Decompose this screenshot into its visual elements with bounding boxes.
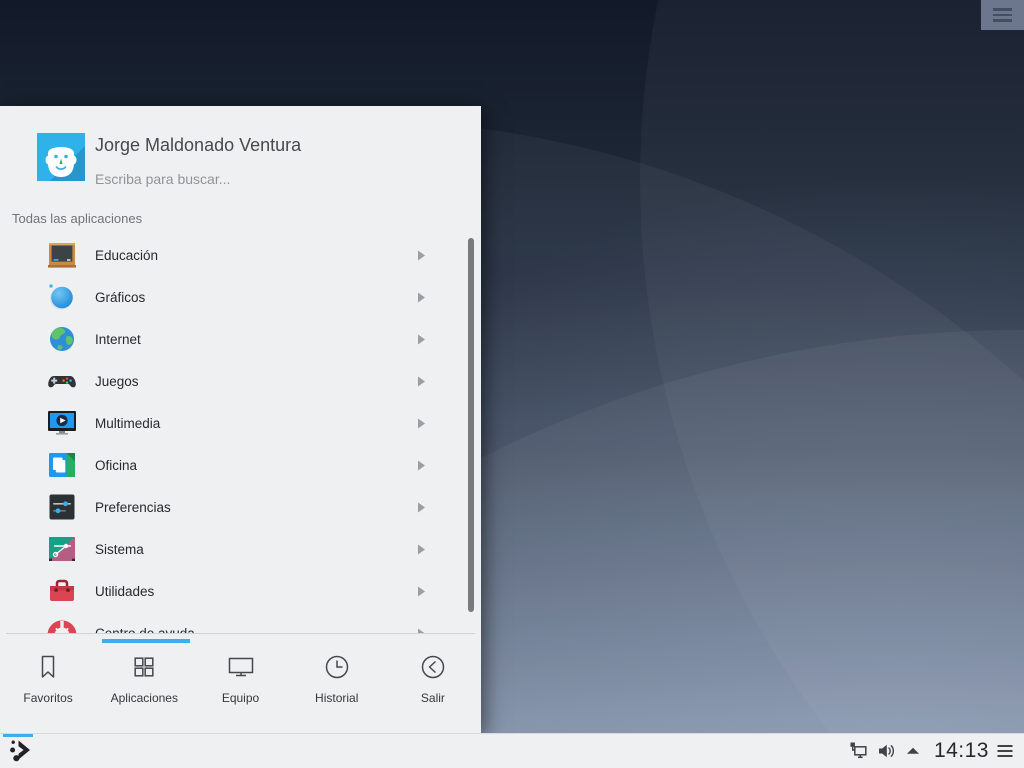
app-category-label: Centro de ayuda (95, 625, 195, 634)
hamburger-icon (993, 13, 1012, 17)
network-icon[interactable] (848, 740, 870, 762)
tab-equipo[interactable]: Equipo (192, 637, 288, 733)
history-icon (321, 651, 353, 683)
tab-label: Equipo (221, 691, 260, 705)
user-name: Jorge Maldonado Ventura (95, 135, 302, 155)
tab-label: Aplicaciones (110, 691, 178, 705)
tab-favoritos[interactable]: Favoritos (0, 637, 96, 733)
app-category-label: Multimedia (95, 415, 161, 431)
graphics-icon (46, 281, 78, 313)
education-icon (46, 239, 78, 271)
hamburger-icon (993, 8, 1012, 11)
system-tray: 14:13 (843, 739, 1024, 763)
app-category-item[interactable]: Multimedia (0, 402, 460, 444)
app-category-item[interactable]: Juegos (0, 360, 460, 402)
tab-label: Salir (420, 691, 445, 705)
submenu-arrow-icon (417, 292, 426, 303)
app-category-label: Juegos (95, 373, 139, 389)
tab-label: Favoritos (23, 691, 73, 705)
app-category-item[interactable]: Preferencias (0, 486, 460, 528)
utilities-icon (46, 575, 78, 607)
search-input[interactable]: Escriba para buscar... (95, 171, 230, 187)
tab-aplicaciones[interactable]: Aplicaciones (96, 637, 192, 733)
application-category-list: Educación Gráficos Internet Juegos Multimedi… (0, 234, 460, 633)
app-category-item[interactable]: Internet (0, 318, 460, 360)
submenu-arrow-icon (417, 418, 426, 429)
app-category-item[interactable]: Oficina (0, 444, 460, 486)
leave-icon (417, 651, 449, 683)
system-icon (46, 533, 78, 565)
digital-clock[interactable]: 14:13 (934, 739, 989, 763)
app-category-label: Sistema (95, 541, 144, 557)
app-category-item[interactable]: Centro de ayuda (0, 612, 460, 633)
app-category-item[interactable]: Educación (0, 234, 460, 276)
app-launcher-icon (7, 735, 33, 768)
preferences-icon (46, 491, 78, 523)
submenu-arrow-icon (417, 544, 426, 555)
submenu-arrow-icon (417, 376, 426, 387)
app-launcher-button[interactable] (0, 733, 40, 768)
submenu-arrow-icon (417, 460, 426, 471)
games-icon (46, 365, 78, 397)
app-category-label: Preferencias (95, 499, 171, 515)
scrollbar[interactable] (468, 238, 474, 612)
submenu-arrow-icon (417, 250, 426, 261)
submenu-arrow-icon (417, 586, 426, 597)
section-label: Todas las aplicaciones (12, 211, 143, 226)
favorites-icon (32, 651, 64, 683)
user-avatar-icon[interactable] (37, 133, 85, 181)
applications-icon (128, 651, 160, 683)
app-category-label: Utilidades (95, 583, 155, 599)
tab-separator (6, 633, 475, 634)
app-category-item[interactable]: Utilidades (0, 570, 460, 612)
expand-arrow-icon[interactable] (902, 740, 924, 762)
tab-label: Historial (315, 691, 359, 705)
multimedia-icon (46, 407, 78, 439)
submenu-arrow-icon (417, 334, 426, 345)
app-category-label: Educación (95, 247, 159, 263)
desktop-toolbox-button[interactable] (981, 0, 1024, 30)
tab-historial[interactable]: Historial (289, 637, 385, 733)
app-category-item[interactable]: Gráficos (0, 276, 460, 318)
application-launcher-menu: Jorge Maldonado Ventura Escriba para bus… (0, 106, 481, 733)
panel-overflow-button[interactable] (995, 741, 1015, 761)
internet-icon (46, 323, 78, 355)
tab-salir[interactable]: Salir (385, 637, 481, 733)
volume-icon[interactable] (875, 740, 897, 762)
submenu-arrow-icon (417, 502, 426, 513)
launcher-tab-bar: Favoritos Aplicaciones Equipo Historial Sali… (0, 637, 481, 733)
app-category-label: Oficina (95, 457, 138, 473)
hamburger-icon (993, 19, 1012, 22)
app-category-label: Gráficos (95, 289, 146, 305)
wallpaper-arc (640, 0, 1024, 768)
app-category-label: Internet (95, 331, 141, 347)
computer-icon (225, 651, 257, 683)
office-icon (46, 449, 78, 481)
active-task-indicator (3, 733, 33, 737)
app-category-item[interactable]: Sistema (0, 528, 460, 570)
help-center-icon (46, 617, 78, 633)
taskbar: 14:13 (0, 733, 1024, 768)
